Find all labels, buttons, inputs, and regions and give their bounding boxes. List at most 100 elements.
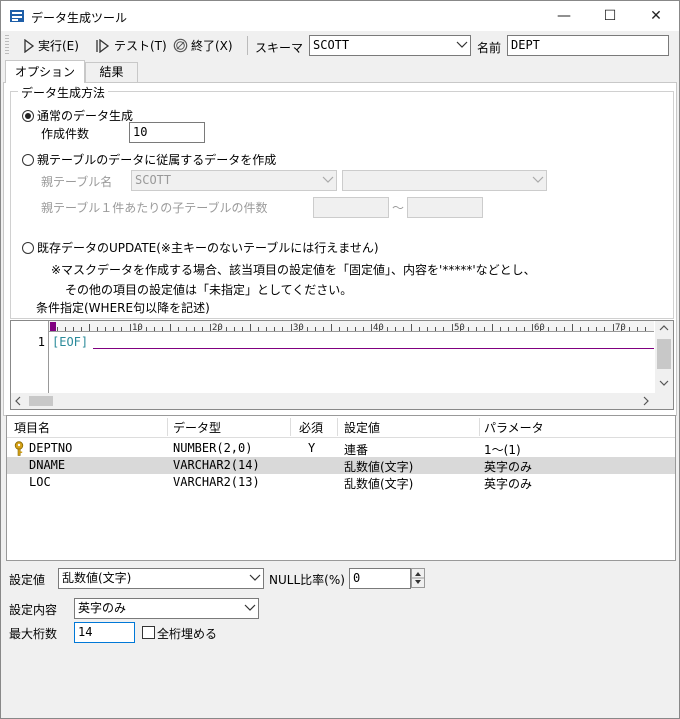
cell-setting: 連番 bbox=[344, 443, 369, 457]
schema-value: SCOTT bbox=[313, 38, 350, 52]
run-label: 実行(E) bbox=[38, 39, 79, 53]
radio-normal-label: 通常のデータ生成 bbox=[37, 109, 134, 123]
chevron-down-icon bbox=[532, 176, 544, 183]
exit-button[interactable]: 終了(X) bbox=[173, 35, 233, 56]
toolbar: 実行(E) テスト(T) 終了(X) スキーマ SCOTT 名前 DEPT bbox=[1, 31, 679, 60]
col-divider[interactable] bbox=[167, 418, 168, 436]
cell-param: 英字のみ bbox=[484, 460, 533, 474]
cell-name: DEPTNO bbox=[29, 441, 73, 455]
cell-setting: 乱数値(文字) bbox=[344, 477, 414, 491]
ruler-label: 60 bbox=[534, 323, 545, 332]
toolbar-grip[interactable] bbox=[5, 35, 9, 55]
schema-select[interactable]: SCOTT bbox=[309, 35, 471, 56]
col-header-name[interactable]: 項目名 bbox=[14, 419, 50, 436]
radio-dot bbox=[22, 109, 34, 122]
fill-all-label[interactable]: 全桁埋める bbox=[157, 625, 217, 642]
parent-table-label: 親テーブル名 bbox=[41, 175, 113, 189]
radio-normal-generation[interactable]: 通常のデータ生成 bbox=[22, 107, 133, 124]
cell-setting: 乱数値(文字) bbox=[344, 460, 414, 474]
eof-marker: [EOF] bbox=[52, 335, 89, 349]
col-header-param[interactable]: パラメータ bbox=[484, 419, 544, 436]
title-bar: データ生成ツール — ☐ ✕ bbox=[1, 1, 679, 31]
cell-type: VARCHAR2(13) bbox=[173, 475, 260, 489]
null-ratio-spinner[interactable] bbox=[411, 568, 425, 588]
null-ratio-input[interactable]: 0 bbox=[349, 568, 411, 589]
mask-note-line1: ※マスクデータを作成する場合、該当項目の設定値を「固定値」、内容を'*****'… bbox=[51, 263, 536, 277]
col-header-required[interactable]: 必須 bbox=[299, 419, 323, 436]
content-value: 英字のみ bbox=[78, 601, 127, 615]
table-row-selected[interactable]: DNAME VARCHAR2(14) 乱数値(文字) 英字のみ bbox=[7, 457, 675, 474]
child-count-max-input[interactable] bbox=[407, 197, 483, 218]
maximize-button[interactable]: ☐ bbox=[587, 1, 633, 31]
mask-note-line2: その他の項目の設定値は「未指定」としてください。 bbox=[65, 283, 353, 297]
setting-select[interactable]: 乱数値(文字) bbox=[58, 568, 264, 589]
ruler-ticks: 10 20 30 40 50 60 70 bbox=[50, 322, 646, 332]
count-input[interactable]: 10 bbox=[129, 122, 205, 143]
app-window: データ生成ツール — ☐ ✕ 実行(E) テスト(T) 終了(X) スキーマ S… bbox=[0, 0, 680, 719]
parent-table-select[interactable] bbox=[342, 170, 547, 191]
chevron-down-icon bbox=[456, 41, 468, 48]
fill-all-checkbox[interactable] bbox=[142, 626, 155, 639]
ruler-label: 30 bbox=[293, 323, 304, 332]
radio-dot bbox=[22, 153, 34, 166]
setting-value: 乱数値(文字) bbox=[62, 571, 132, 585]
radio-update-existing[interactable]: 既存データのUPDATE(※主キーのないテーブルには行えません) bbox=[22, 239, 379, 256]
name-input[interactable]: DEPT bbox=[507, 35, 669, 56]
content-label: 設定内容 bbox=[9, 603, 58, 617]
app-icon bbox=[10, 10, 24, 22]
tab-options[interactable]: オプション bbox=[5, 60, 85, 83]
schema-label: スキーマ bbox=[255, 41, 304, 55]
table-row[interactable]: DEPTNO NUMBER(2,0) Y 連番 1〜(1) bbox=[7, 440, 675, 457]
ruler-label: 10 bbox=[132, 323, 143, 332]
close-button[interactable]: ✕ bbox=[633, 1, 679, 31]
run-button[interactable]: 実行(E) bbox=[23, 35, 79, 56]
line-number: 1 bbox=[37, 335, 45, 349]
group-title: データ生成方法 bbox=[18, 84, 109, 101]
chevron-down-icon bbox=[244, 604, 256, 611]
parent-schema-select[interactable]: SCOTT bbox=[131, 170, 337, 191]
col-header-setting[interactable]: 設定値 bbox=[344, 419, 380, 436]
ruler-label: 70 bbox=[615, 323, 626, 332]
col-divider[interactable] bbox=[290, 418, 291, 436]
max-digits-input[interactable]: 14 bbox=[74, 622, 135, 643]
col-header-type[interactable]: データ型 bbox=[173, 419, 221, 436]
child-count-label: 親テーブル１件あたりの子テーブルの件数 bbox=[41, 201, 268, 215]
null-ratio-label: NULL比率(%) bbox=[269, 573, 345, 587]
key-icon bbox=[14, 441, 24, 456]
editor-ruler: 10 20 30 40 50 60 70 bbox=[49, 321, 654, 332]
tab-results[interactable]: 結果 bbox=[85, 62, 138, 82]
col-divider[interactable] bbox=[337, 418, 338, 436]
table-row[interactable]: LOC VARCHAR2(13) 乱数値(文字) 英字のみ bbox=[7, 474, 675, 491]
content-select[interactable]: 英字のみ bbox=[74, 598, 259, 619]
minimize-button[interactable]: — bbox=[541, 1, 587, 31]
where-editor[interactable]: 1 10 20 30 40 50 60 70 [EOF] bbox=[10, 320, 674, 410]
play-icon bbox=[24, 38, 35, 53]
name-label: 名前 bbox=[477, 41, 502, 55]
range-separator: 〜 bbox=[392, 201, 405, 215]
window-title: データ生成ツール bbox=[31, 11, 128, 25]
test-button[interactable]: テスト(T) bbox=[95, 35, 167, 56]
editor-vertical-scrollbar[interactable] bbox=[655, 321, 673, 393]
chevron-down-icon bbox=[249, 574, 261, 581]
col-divider[interactable] bbox=[479, 418, 480, 436]
cursor-line bbox=[93, 348, 654, 349]
editor-horizontal-scrollbar[interactable] bbox=[11, 393, 673, 409]
max-digits-label: 最大桁数 bbox=[9, 627, 58, 641]
cell-type: NUMBER(2,0) bbox=[173, 441, 253, 455]
scrollbar-arrows bbox=[657, 325, 671, 386]
step-play-icon bbox=[96, 38, 110, 53]
ruler-label: 50 bbox=[454, 323, 465, 332]
exit-label: 終了(X) bbox=[191, 39, 233, 53]
radio-update-label: 既存データのUPDATE(※主キーのないテーブルには行えません) bbox=[37, 241, 379, 255]
cell-type: VARCHAR2(14) bbox=[173, 458, 260, 472]
ruler-label: 40 bbox=[373, 323, 384, 332]
cell-name: DNAME bbox=[29, 458, 66, 472]
radio-parent-dependent[interactable]: 親テーブルのデータに従属するデータを作成 bbox=[22, 151, 276, 168]
test-label: テスト(T) bbox=[114, 39, 167, 53]
column-grid[interactable]: 項目名 データ型 必須 設定値 パラメータ DEPTNO NUMBER(2,0)… bbox=[6, 415, 676, 561]
ruler-cursor-marker bbox=[50, 322, 56, 331]
child-count-min-input[interactable] bbox=[313, 197, 389, 218]
stop-icon bbox=[173, 38, 188, 53]
toolbar-separator bbox=[247, 36, 248, 55]
scrollbar-arrows bbox=[15, 396, 649, 406]
